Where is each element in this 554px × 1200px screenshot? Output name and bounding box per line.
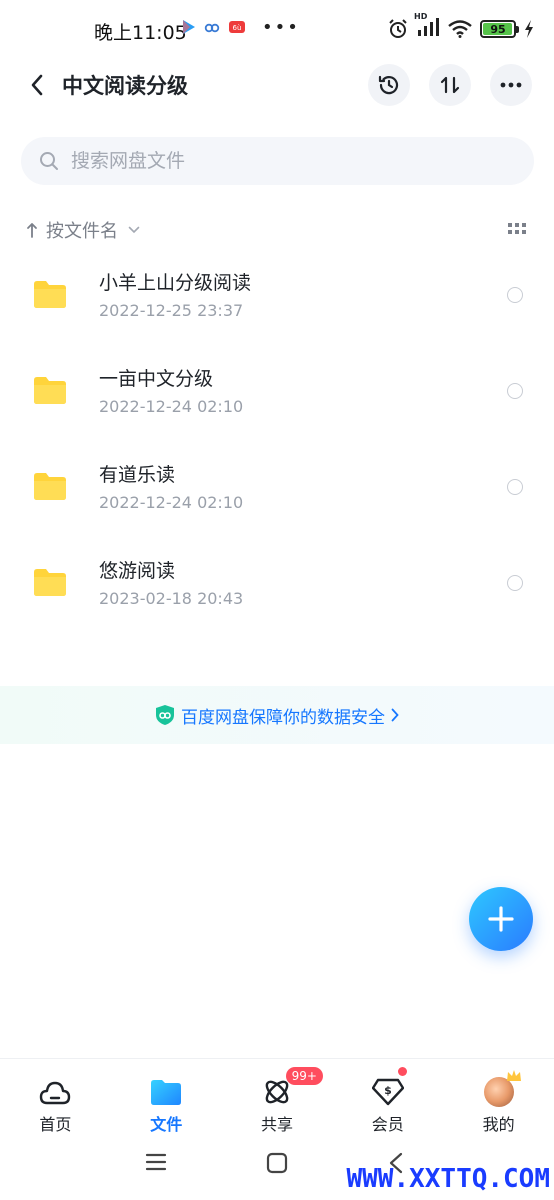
sort-ascending-icon[interactable] (26, 222, 38, 238)
file-list-item[interactable]: 一亩中文分级 2022-12-24 02:10 (0, 346, 554, 442)
select-radio[interactable] (507, 383, 523, 399)
select-radio[interactable] (507, 287, 523, 303)
select-radio[interactable] (507, 479, 523, 495)
file-name: 一亩中文分级 (99, 368, 214, 390)
home-cloud-icon (40, 1081, 71, 1105)
nav-label: 共享 (260, 1115, 293, 1134)
chevron-left-icon (31, 74, 43, 96)
file-name: 小羊上山分级阅读 (99, 272, 252, 294)
svg-text:6ù: 6ù (233, 24, 242, 32)
page-title: 中文阅读分级 (62, 74, 188, 98)
nav-label: 文件 (150, 1115, 183, 1134)
transfer-icon (440, 76, 460, 94)
signal-group: HD (414, 12, 440, 40)
nav-item-files[interactable]: 文件 (111, 1059, 222, 1139)
folder-icon (34, 281, 66, 308)
vip-diamond-icon: $ (371, 1078, 404, 1106)
search-input[interactable] (71, 150, 471, 172)
sort-row: 按文件名 (26, 212, 530, 248)
nav-label: 首页 (39, 1115, 72, 1134)
nav-item-home[interactable]: 首页 (0, 1059, 111, 1139)
shield-icon (156, 705, 174, 725)
watermark: WWW.XXTTQ.COM (346, 1164, 551, 1194)
file-date: 2022-12-24 02:10 (99, 493, 244, 512)
tv-app-icon: 6ù (229, 21, 245, 33)
more-button[interactable] (490, 64, 532, 106)
status-app-icons: 6ù (182, 19, 246, 35)
history-icon (378, 75, 399, 95)
status-time: 晚上11:05 (94, 22, 187, 44)
wifi-icon (448, 20, 472, 38)
search-bar[interactable] (21, 137, 534, 185)
status-more-dots: ••• (262, 17, 300, 38)
nav-label: 会员 (371, 1115, 404, 1134)
svg-text:$: $ (384, 1084, 392, 1097)
share-badge: 99+ (285, 1067, 323, 1085)
nav-label: 我的 (482, 1115, 515, 1134)
history-button[interactable] (368, 64, 410, 106)
file-list-item[interactable]: 有道乐读 2022-12-24 02:10 (0, 442, 554, 538)
bottom-nav: 首页 文件 99+ 共享 $ 会员 我的 (0, 1058, 554, 1138)
chevron-down-icon[interactable] (128, 226, 140, 234)
play-store-icon (183, 20, 195, 34)
back-button[interactable] (20, 68, 54, 102)
battery-level: 95 (490, 22, 506, 36)
file-list-item[interactable]: 小羊上山分级阅读 2022-12-25 23:37 (0, 250, 554, 346)
nav-item-vip[interactable]: $ 会员 (332, 1059, 443, 1139)
file-date: 2022-12-25 23:37 (99, 301, 244, 320)
crown-icon (506, 1070, 521, 1081)
chevron-right-icon (391, 708, 399, 722)
plus-icon (488, 906, 514, 932)
files-folder-icon (151, 1080, 182, 1105)
header: 中文阅读分级 (0, 60, 554, 110)
more-horizontal-icon (500, 82, 522, 88)
cloud-app-icon (204, 23, 220, 33)
search-icon (40, 152, 58, 170)
nav-item-me[interactable]: 我的 (443, 1059, 554, 1139)
add-button[interactable] (469, 887, 533, 951)
file-list: 小羊上山分级阅读 2022-12-25 23:37 一亩中文分级 2022-12… (0, 250, 554, 634)
grid-view-icon (508, 223, 526, 234)
transfer-button[interactable] (429, 64, 471, 106)
security-banner[interactable]: 百度网盘保障你的数据安全 (0, 686, 554, 744)
security-text: 百度网盘保障你的数据安全 (181, 707, 385, 728)
status-bar: 晚上11:05 6ù ••• HD 95 (0, 0, 554, 58)
file-list-item[interactable]: 悠游阅读 2023-02-18 20:43 (0, 538, 554, 634)
sort-label[interactable]: 按文件名 (46, 217, 118, 243)
file-name: 有道乐读 (99, 464, 176, 486)
file-date: 2023-02-18 20:43 (99, 589, 244, 608)
file-name: 悠游阅读 (99, 560, 176, 582)
file-date: 2022-12-24 02:10 (99, 397, 244, 416)
alarm-icon (389, 19, 407, 38)
home-square-icon[interactable] (266, 1152, 288, 1174)
avatar (483, 1070, 521, 1107)
status-system-icons: HD 95 (388, 12, 534, 40)
menu-icon[interactable] (145, 1152, 167, 1172)
folder-icon (34, 377, 66, 404)
network-label: HD (414, 12, 428, 21)
battery-indicator: 95 (480, 20, 519, 38)
nav-item-share[interactable]: 99+ 共享 (222, 1059, 333, 1139)
charging-icon (525, 20, 533, 38)
grid-view-button[interactable] (508, 220, 526, 239)
vip-notification-dot (398, 1067, 408, 1076)
select-radio[interactable] (507, 575, 523, 591)
folder-icon (34, 473, 66, 500)
folder-icon (34, 569, 66, 596)
